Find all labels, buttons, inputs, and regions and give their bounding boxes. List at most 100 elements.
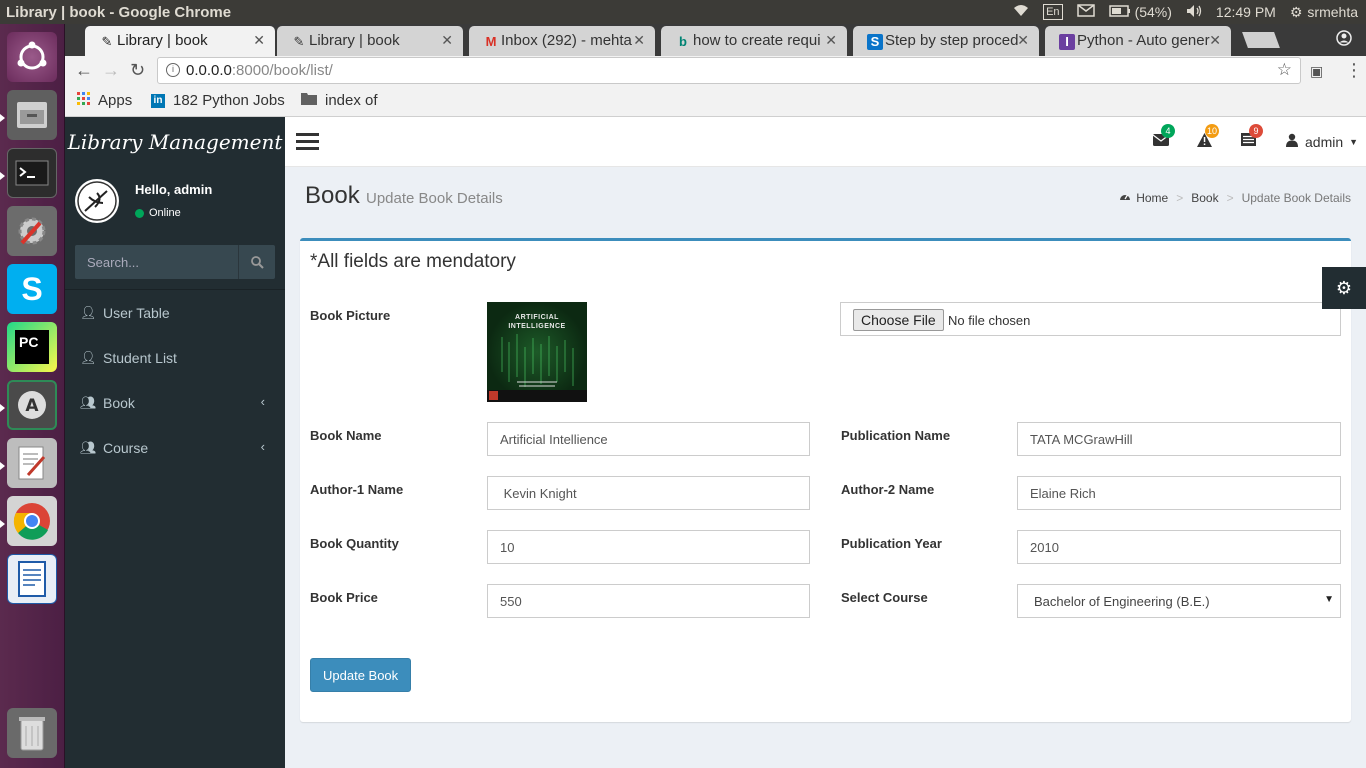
browser-tab[interactable]: I Python - Auto gener ✕ xyxy=(1045,26,1231,56)
update-book-button[interactable]: Update Book xyxy=(310,658,412,692)
linkedin-icon: in xyxy=(151,93,165,108)
bookmark-apps[interactable]: Apps xyxy=(77,92,132,109)
mail-icon[interactable] xyxy=(1076,4,1095,20)
breadcrumb-current: Update Book Details xyxy=(1241,191,1351,205)
chrome-icon[interactable] xyxy=(7,496,57,546)
bookmark-python-jobs[interactable]: in 182 Python Jobs xyxy=(151,92,287,109)
new-tab-button[interactable] xyxy=(1242,32,1280,48)
status-text: Online xyxy=(149,207,181,219)
user-account-menu[interactable]: admin ▼ xyxy=(1285,133,1358,150)
breadcrumb-label: Home xyxy=(1136,191,1169,205)
battery-indicator[interactable]: (54%) xyxy=(1108,4,1172,20)
system-tray: En (54%) 12:49 PM ⚙ srmehta xyxy=(1013,0,1358,24)
sidebar-item-course[interactable]: 👥︎ Course ‹ xyxy=(65,425,285,470)
notifications-dropdown[interactable]: 10 xyxy=(1197,124,1220,153)
sidebar-item-student-list[interactable]: 👤︎ Student List xyxy=(65,335,285,380)
close-icon[interactable]: ✕ xyxy=(633,32,645,49)
breadcrumb-separator: > xyxy=(1176,191,1184,205)
text-editor-icon[interactable] xyxy=(7,438,57,488)
folder-icon xyxy=(301,92,317,109)
forward-arrow-icon[interactable]: → xyxy=(102,60,120,81)
hamburger-menu-icon[interactable] xyxy=(296,133,319,150)
ubuntu-dash-icon[interactable] xyxy=(7,32,57,82)
reload-icon[interactable]: ↻ xyxy=(130,60,145,81)
breadcrumb-separator: > xyxy=(1226,191,1234,205)
course-select[interactable]: Bachelor of Engineering (B.E.) ▼ xyxy=(1017,584,1341,618)
book-price-label: Book Price xyxy=(310,590,378,605)
bookmark-index-of[interactable]: index of xyxy=(301,92,378,109)
search-input[interactable] xyxy=(75,245,238,279)
skype-icon[interactable]: S xyxy=(7,264,57,314)
close-icon[interactable]: ✕ xyxy=(1209,32,1221,49)
terminal-icon[interactable] xyxy=(7,148,57,198)
trash-icon[interactable] xyxy=(7,708,57,758)
window-title: Library | book - Google Chrome xyxy=(6,3,232,21)
author1-field[interactable] xyxy=(487,476,810,510)
course-selected-value: Bachelor of Engineering (B.E.) xyxy=(1034,594,1210,609)
close-icon[interactable]: ✕ xyxy=(1017,32,1029,49)
browser-tab[interactable]: M Inbox (292) - mehta ✕ xyxy=(469,26,655,56)
user-icon: 👤︎ xyxy=(80,349,97,365)
users-icon: 👥︎ xyxy=(80,394,97,410)
author2-field[interactable] xyxy=(1017,476,1341,510)
sidebar-item-label: Book xyxy=(103,394,135,411)
book-quantity-field[interactable] xyxy=(487,530,810,564)
session-menu[interactable]: ⚙ srmehta xyxy=(1290,4,1358,21)
address-bar[interactable]: i 0.0.0.0:8000/book/list/ ☆ xyxy=(157,57,1301,84)
book-price-field[interactable] xyxy=(487,584,810,618)
system-settings-icon[interactable] xyxy=(7,206,57,256)
extension-icon[interactable]: ▣ xyxy=(1310,63,1323,80)
profile-icon[interactable] xyxy=(1336,30,1352,51)
caret-down-icon: ▼ xyxy=(1324,594,1334,605)
clock[interactable]: 12:49 PM xyxy=(1216,4,1276,20)
sidebar-search xyxy=(75,245,275,279)
select-course-label: Select Course xyxy=(841,590,928,605)
file-status-text: No file chosen xyxy=(948,313,1031,328)
browser-toolbar: ← → ↻ i 0.0.0.0:8000/book/list/ ☆ ▣ ⋮ xyxy=(65,56,1366,86)
browser-tab[interactable]: b how to create requi ✕ xyxy=(661,26,847,56)
bookmark-label: index of xyxy=(325,92,378,109)
messages-dropdown[interactable]: 4 xyxy=(1152,124,1175,153)
browser-tab[interactable]: ✎ Library | book ✕ xyxy=(277,26,463,56)
gear-icon: ⚙ xyxy=(1289,3,1303,20)
bookmarks-bar: Apps in 182 Python Jobs index of xyxy=(65,86,1366,117)
tasks-dropdown[interactable]: 9 xyxy=(1241,124,1263,153)
bookmark-star-icon[interactable]: ☆ xyxy=(1277,60,1292,80)
browser-tab[interactable]: S Step by step proced ✕ xyxy=(853,26,1039,56)
web-page: Library Management Hello, admin Online 👤… xyxy=(65,117,1366,768)
volume-icon[interactable] xyxy=(1186,4,1202,21)
sidebar-item-book[interactable]: 👥︎ Book ‹ xyxy=(65,380,285,425)
files-icon[interactable] xyxy=(7,90,57,140)
back-arrow-icon[interactable]: ← xyxy=(75,60,93,81)
sidebar-item-user-table[interactable]: 👤︎ User Table xyxy=(65,290,285,335)
app-logo[interactable]: Library Management xyxy=(65,117,285,167)
author2-label: Author-2 Name xyxy=(841,482,935,497)
breadcrumb-home[interactable]: Home xyxy=(1119,191,1168,205)
wifi-icon[interactable] xyxy=(1013,4,1029,20)
chevron-left-icon: ‹ xyxy=(260,394,265,409)
info-icon[interactable]: i xyxy=(166,63,180,77)
libreoffice-writer-icon[interactable] xyxy=(7,554,57,604)
form-heading: *All fields are mendatory xyxy=(310,251,516,272)
pycharm-icon[interactable]: PC xyxy=(7,322,57,372)
sidebar-item-label: User Table xyxy=(103,304,170,321)
search-icon[interactable] xyxy=(238,245,275,279)
book-picture-file-input[interactable]: Choose File No file chosen xyxy=(840,302,1341,336)
close-icon[interactable]: ✕ xyxy=(441,32,453,49)
control-sidebar-toggle[interactable]: ⚙ xyxy=(1322,267,1366,309)
tab-title: Inbox (292) - mehta xyxy=(501,32,632,49)
software-updater-icon[interactable]: A xyxy=(7,380,57,430)
browser-tab-active[interactable]: ✎ Library | book ✕ xyxy=(85,26,275,56)
publication-name-label: Publication Name xyxy=(841,428,951,443)
publication-name-field[interactable] xyxy=(1017,422,1341,456)
breadcrumb-book[interactable]: Book xyxy=(1191,191,1218,205)
book-name-field[interactable] xyxy=(487,422,810,456)
publication-year-field[interactable] xyxy=(1017,530,1341,564)
choose-file-button[interactable]: Choose File xyxy=(853,309,944,331)
keyboard-layout-indicator[interactable]: En xyxy=(1043,4,1063,20)
close-icon[interactable]: ✕ xyxy=(253,32,265,49)
close-icon[interactable]: ✕ xyxy=(825,32,837,49)
user-icon: 👤︎ xyxy=(80,304,97,320)
chrome-menu-icon[interactable]: ⋮ xyxy=(1345,60,1363,81)
sharepoint-icon: S xyxy=(867,34,883,50)
